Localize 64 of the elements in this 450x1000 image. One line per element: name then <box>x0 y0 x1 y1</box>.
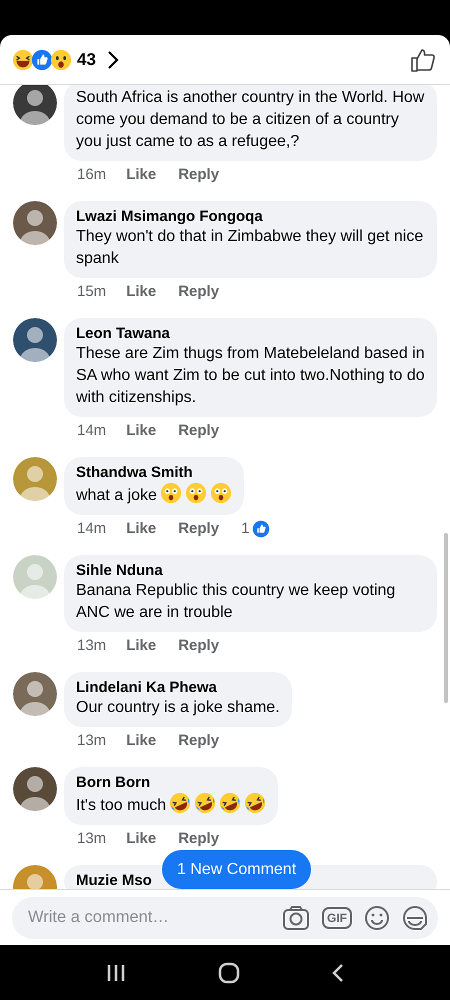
reply-link[interactable]: Reply <box>178 520 220 538</box>
avatar[interactable] <box>13 318 57 362</box>
chevron-right-icon[interactable] <box>106 48 120 70</box>
reply-link[interactable]: Reply <box>178 283 220 301</box>
gif-button[interactable]: GIF <box>322 906 352 928</box>
commenter-name[interactable]: Lindelani Ka Phewa <box>76 678 280 697</box>
recent-apps-icon[interactable] <box>105 962 128 982</box>
reply-link[interactable]: Reply <box>178 732 220 750</box>
comment-text: Our country is a joke shame. <box>76 698 280 718</box>
like-emoji-icon <box>31 48 53 70</box>
reply-link[interactable]: Reply <box>178 830 220 848</box>
commenter-name[interactable]: Leon Tawana <box>76 324 425 343</box>
new-comment-button[interactable]: 1 New Comment <box>162 850 312 889</box>
comment-text: what a joke <box>76 482 232 507</box>
comment-time: 13m <box>77 830 106 848</box>
sticker-icon[interactable] <box>402 904 428 930</box>
reply-link[interactable]: Reply <box>178 166 220 184</box>
like-link[interactable]: Like <box>126 830 156 848</box>
comment-time: 14m <box>77 422 106 440</box>
rofl-emoji-icon <box>219 792 242 814</box>
avatar[interactable] <box>13 767 57 811</box>
avatar[interactable] <box>13 672 57 716</box>
comment-text: South Africa is another country in the World. How come you demand to be a citizen of a country you just came to as a refugee,? <box>76 88 425 152</box>
comment-text: They won't do that in Zimbabwe they will get nice spank <box>76 227 424 269</box>
comment-text: Banana Republic this country we keep voting ANC we are in trouble <box>76 581 396 623</box>
comment-field[interactable]: Write a comment… GIF <box>12 896 438 938</box>
scrollbar[interactable] <box>444 533 448 703</box>
rofl-emoji-icon <box>169 792 192 814</box>
smiley-icon[interactable] <box>364 904 390 930</box>
camera-icon[interactable] <box>282 904 310 930</box>
haha-emoji-icon <box>12 48 34 70</box>
astonished-emoji-icon <box>160 482 182 504</box>
rofl-emoji-icon <box>194 792 216 814</box>
astonished-emoji-icon <box>184 482 207 504</box>
like-link[interactable]: Like <box>126 283 156 301</box>
home-icon[interactable] <box>218 962 240 984</box>
commenter-name[interactable]: Lwazi Msimango Fongoqa <box>76 207 425 226</box>
reply-link[interactable]: Reply <box>178 422 220 440</box>
like-link[interactable]: Like <box>126 166 156 184</box>
reaction-count[interactable]: 43 <box>77 46 96 72</box>
comment-time: 16m <box>77 166 106 184</box>
like-link[interactable]: Like <box>126 732 156 750</box>
like-count: 1 <box>241 520 250 538</box>
avatar[interactable] <box>13 201 57 245</box>
comment-text: It's too much <box>76 792 266 817</box>
comment-time: 14m <box>77 520 106 538</box>
reply-link[interactable]: Reply <box>178 637 220 655</box>
commenter-name[interactable]: Born Born <box>76 773 266 792</box>
comment-time: 13m <box>77 637 106 655</box>
like-link[interactable]: Like <box>126 637 156 655</box>
thumbs-up-icon[interactable] <box>410 46 436 72</box>
comment-time: 15m <box>77 283 106 301</box>
avatar[interactable] <box>13 85 57 125</box>
wow-emoji-icon <box>50 48 72 70</box>
like-emoji-icon <box>252 520 270 538</box>
commenter-name[interactable]: Sthandwa Smith <box>76 463 232 482</box>
commenter-name[interactable]: Sihle Nduna <box>76 561 425 580</box>
astonished-emoji-icon <box>210 482 232 504</box>
comment-text: These are Zim thugs from Matebeleland based in SA who want Zim to be cut into two.Nothing to do with citizenships. <box>76 344 425 408</box>
like-link[interactable]: Like <box>126 520 156 538</box>
comment-time: 13m <box>77 732 106 750</box>
like-link[interactable]: Like <box>126 422 156 440</box>
back-icon[interactable] <box>330 962 345 982</box>
rofl-emoji-icon <box>244 792 266 814</box>
